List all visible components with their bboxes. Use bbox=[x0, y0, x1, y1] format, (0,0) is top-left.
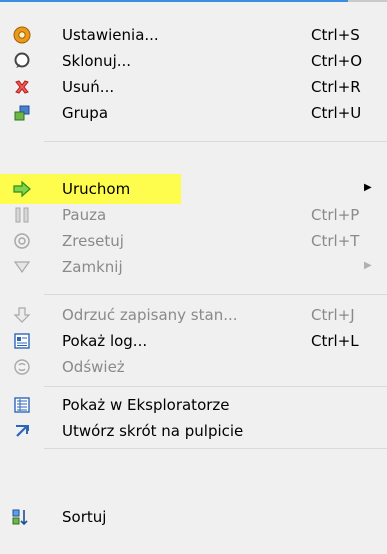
pause-icon bbox=[12, 206, 32, 224]
menu-item-label: Ustawienia... bbox=[62, 26, 159, 44]
menu-item-label: Zresetuj bbox=[62, 232, 124, 250]
menu-item-shortcut: Ctrl+S bbox=[311, 26, 360, 44]
menu-item-label: Pauza bbox=[62, 206, 107, 224]
menu-item-shortcut: Ctrl+P bbox=[311, 206, 360, 224]
context-menu: Ustawienia... Ctrl+S Sklonuj... Ctrl+O U… bbox=[0, 2, 387, 554]
menu-item-shortcut: Ctrl+R bbox=[311, 78, 361, 96]
menu-separator bbox=[44, 141, 387, 142]
menu-item-shortcut: Ctrl+O bbox=[311, 52, 363, 70]
menu-item-pause[interactable]: Pauza Ctrl+P bbox=[0, 202, 387, 228]
submenu-arrow-icon: ▶ bbox=[364, 182, 372, 193]
menu-item-shortcut: Ctrl+T bbox=[311, 232, 360, 250]
menu-item-label: Utwórz skrót na pulpicie bbox=[62, 422, 244, 440]
menu-item-show-in-explorer[interactable]: Pokaż w Eksploratorze bbox=[0, 392, 387, 418]
menu-item-group[interactable]: Grupa Ctrl+U bbox=[0, 100, 387, 126]
menu-item-discard-state[interactable]: Odrzuć zapisany stan... Ctrl+J bbox=[0, 302, 387, 328]
menu-item-sort[interactable]: Sortuj bbox=[0, 504, 387, 530]
menu-item-close[interactable]: Zamknij ▶ bbox=[0, 254, 387, 280]
reset-icon bbox=[12, 232, 32, 250]
gear-icon bbox=[12, 26, 32, 44]
sort-icon bbox=[12, 508, 32, 526]
menu-item-label: Sklonuj... bbox=[62, 52, 132, 70]
menu-separator bbox=[44, 448, 387, 449]
run-arrow-icon bbox=[12, 180, 32, 198]
menu-item-label: Odśwież bbox=[62, 358, 125, 376]
menu-item-label: Pokaż w Eksploratorze bbox=[62, 396, 230, 414]
menu-item-refresh[interactable]: Odśwież bbox=[0, 354, 387, 380]
menu-item-delete[interactable]: Usuń... Ctrl+R bbox=[0, 74, 387, 100]
refresh-icon bbox=[12, 358, 32, 376]
log-icon bbox=[12, 332, 32, 350]
menu-item-label: Uruchom bbox=[62, 180, 131, 198]
menu-item-label: Grupa bbox=[62, 104, 109, 122]
menu-item-clone[interactable]: Sklonuj... Ctrl+O bbox=[0, 48, 387, 74]
close-triangle-icon bbox=[12, 258, 32, 276]
menu-item-reset[interactable]: Zresetuj Ctrl+T bbox=[0, 228, 387, 254]
group-icon bbox=[12, 104, 32, 122]
menu-item-shortcut: Ctrl+U bbox=[311, 104, 362, 122]
menu-separator bbox=[44, 386, 387, 387]
menu-item-label: Odrzuć zapisany stan... bbox=[62, 306, 238, 324]
menu-separator bbox=[44, 294, 387, 295]
submenu-arrow-icon: ▶ bbox=[364, 260, 372, 271]
menu-item-label: Zamknij bbox=[62, 258, 123, 276]
menu-item-create-desktop-shortcut[interactable]: Utwórz skrót na pulpicie bbox=[0, 418, 387, 444]
menu-item-label: Usuń... bbox=[62, 78, 115, 96]
menu-item-shortcut: Ctrl+J bbox=[311, 306, 355, 324]
menu-item-settings[interactable]: Ustawienia... Ctrl+S bbox=[0, 22, 387, 48]
menu-item-show-log[interactable]: Pokaż log... Ctrl+L bbox=[0, 328, 387, 354]
delete-icon bbox=[12, 78, 32, 96]
explorer-icon bbox=[12, 396, 32, 414]
menu-item-run[interactable]: Uruchom ▶ bbox=[0, 176, 387, 202]
menu-item-shortcut: Ctrl+L bbox=[311, 332, 359, 350]
menu-item-label: Sortuj bbox=[62, 508, 107, 526]
clone-icon bbox=[12, 52, 32, 70]
menu-item-label: Pokaż log... bbox=[62, 332, 148, 350]
discard-state-icon bbox=[12, 306, 32, 324]
shortcut-icon bbox=[12, 422, 32, 440]
